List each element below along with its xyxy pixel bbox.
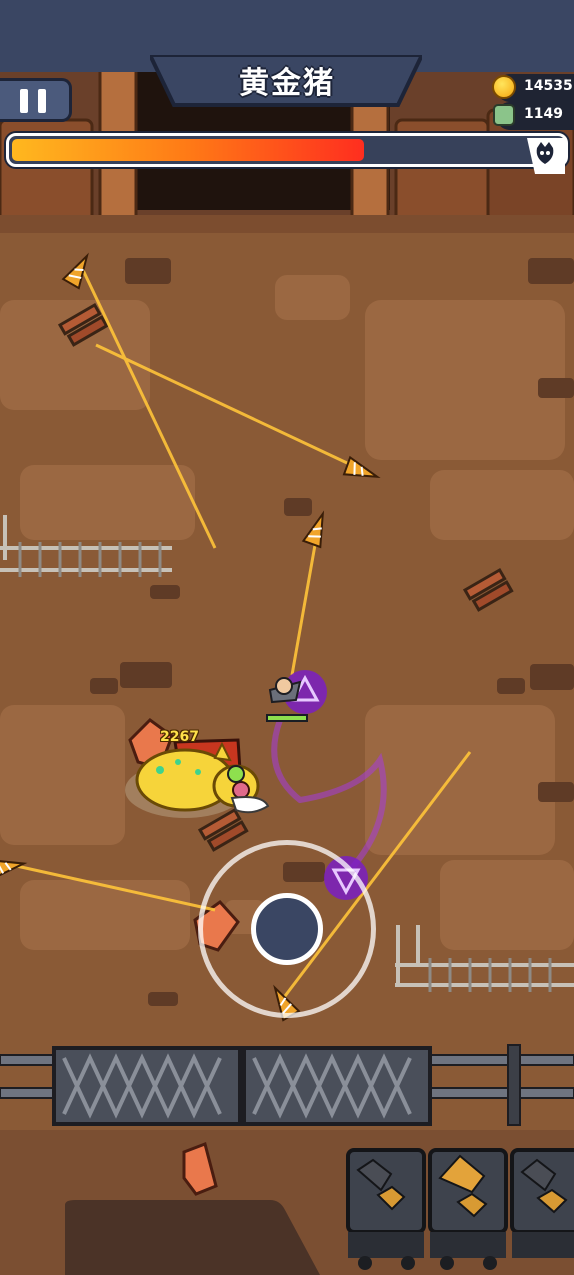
boss-name: 黄金猪 [239,66,335,101]
boss-hp-bar [6,133,568,174]
damage-number: 2267 [160,729,199,745]
rock-ledge [65,1200,320,1275]
player-hp-bar [268,716,306,720]
ore-carts [346,1148,574,1270]
pause-button[interactable] [0,78,72,122]
coin-counter: 14535 [492,74,574,102]
coin-count: 14535 [524,78,573,94]
zombie-skull-icon [493,104,515,126]
game-world [0,0,574,1275]
cat-skull-icon [527,138,565,174]
boss-hp-fill [12,139,364,161]
kill-counter: 1149 [493,102,574,130]
joystick-knob[interactable] [251,893,323,965]
kill-count: 1149 [524,106,563,122]
coin-icon [492,75,516,99]
